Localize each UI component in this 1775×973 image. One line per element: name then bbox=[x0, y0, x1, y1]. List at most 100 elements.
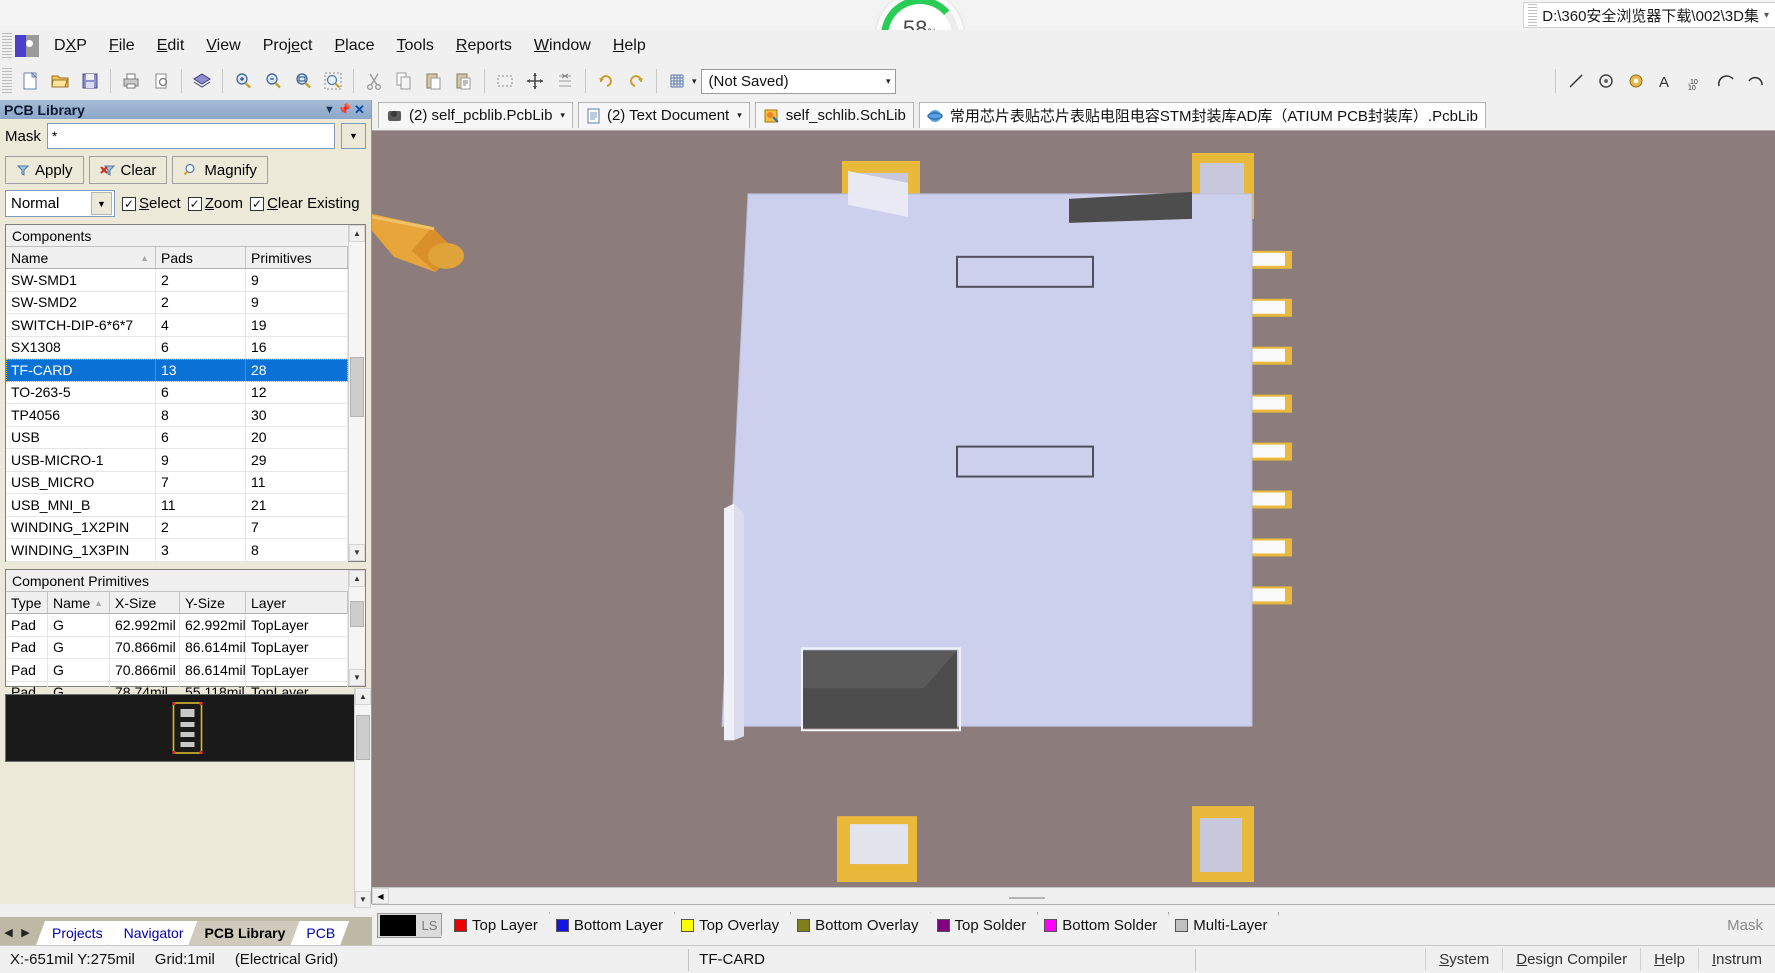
table-row[interactable]: WINDING_1X2PIN 2 7 bbox=[6, 516, 348, 539]
table-row[interactable]: USB-MICRO-1 9 29 bbox=[6, 449, 348, 472]
scroll-thumb[interactable] bbox=[350, 601, 364, 627]
magnify-button[interactable]: Magnify bbox=[172, 156, 268, 184]
components-scrollbar[interactable]: ▲ ▼ bbox=[348, 225, 365, 561]
line-icon[interactable] bbox=[1563, 68, 1589, 94]
chevron-down-icon[interactable]: ▾ bbox=[886, 76, 891, 87]
pcb-3d-canvas[interactable]: ◀ bbox=[372, 131, 1775, 904]
scroll-left-icon[interactable]: ◀ bbox=[372, 888, 389, 904]
layer-tab-top-overlay[interactable]: Top Overlay bbox=[668, 912, 791, 938]
scroll-down-icon[interactable]: ▼ bbox=[349, 669, 365, 686]
scroll-up-icon[interactable]: ▲ bbox=[349, 570, 365, 587]
toolbar-drag-handle[interactable] bbox=[2, 68, 12, 94]
board-layers-icon[interactable] bbox=[189, 68, 215, 94]
zoom-checkbox[interactable]: ✓ Zoom bbox=[187, 195, 243, 212]
print-icon[interactable] bbox=[118, 68, 144, 94]
scroll-thumb[interactable] bbox=[350, 357, 364, 417]
select-checkbox[interactable]: ✓ Select bbox=[122, 195, 181, 212]
table-row[interactable]: Pad G 62.992mil 62.992mil TopLayer bbox=[6, 614, 348, 637]
table-row[interactable]: Pad G 70.866mil 86.614mil TopLayer bbox=[6, 636, 348, 659]
component-preview[interactable] bbox=[5, 694, 366, 762]
panel-close-icon[interactable]: ✕ bbox=[352, 102, 367, 117]
menu-tools[interactable]: Tools bbox=[386, 34, 445, 58]
canvas-horizontal-scrollbar[interactable]: ◀ bbox=[372, 887, 1775, 904]
instruments-button[interactable]: Instrum bbox=[1697, 948, 1775, 971]
move-icon[interactable] bbox=[522, 68, 548, 94]
tab-scroll-right-icon[interactable]: ▶ bbox=[17, 919, 34, 945]
doc-tab-self-pcblib[interactable]: (2) self_pcblib.PcbLib ▾ bbox=[378, 102, 573, 128]
table-row[interactable]: SW-SMD2 2 9 bbox=[6, 291, 348, 314]
clear-existing-checkbox[interactable]: ✓ Clear Existing bbox=[250, 195, 360, 212]
table-row[interactable]: SW-SMD1 2 9 bbox=[6, 269, 348, 292]
table-row[interactable]: SWITCH-DIP-6*6*7 4 19 bbox=[6, 314, 348, 337]
column-header-xsize[interactable]: X-Size bbox=[110, 592, 180, 613]
paste-icon[interactable] bbox=[421, 68, 447, 94]
panel-pin-icon[interactable]: 📌 bbox=[337, 102, 352, 117]
system-button[interactable]: System bbox=[1425, 948, 1502, 971]
cut-icon[interactable] bbox=[361, 68, 387, 94]
open-folder-icon[interactable] bbox=[47, 68, 73, 94]
scroll-track[interactable] bbox=[355, 705, 371, 891]
grid-dropdown-caret-icon[interactable]: ▾ bbox=[692, 76, 697, 87]
menu-edit[interactable]: Edit bbox=[146, 34, 196, 58]
chevron-down-icon[interactable]: ▾ bbox=[560, 110, 565, 121]
column-header-name[interactable]: Name ▲ bbox=[6, 247, 156, 268]
menu-help[interactable]: Help bbox=[602, 34, 657, 58]
tab-pcb-library[interactable]: PCB Library bbox=[189, 921, 300, 945]
column-header-primitives[interactable]: Primitives bbox=[246, 247, 348, 268]
column-header-ysize[interactable]: Y-Size bbox=[180, 592, 246, 613]
new-document-icon[interactable] bbox=[17, 68, 43, 94]
string-icon[interactable]: A bbox=[1653, 68, 1679, 94]
column-header-name[interactable]: Name ▲ bbox=[48, 592, 110, 613]
help-button[interactable]: Help bbox=[1640, 948, 1698, 971]
layer-tab-top-layer[interactable]: Top Layer bbox=[441, 912, 550, 938]
table-row[interactable]: Pad G 70.866mil 86.614mil TopLayer bbox=[6, 659, 348, 682]
panel-side-scrollbar[interactable]: ▲ ▼ bbox=[354, 688, 371, 908]
design-compiler-button[interactable]: Design Compiler bbox=[1502, 948, 1640, 971]
print-preview-icon[interactable] bbox=[148, 68, 174, 94]
column-header-type[interactable]: Type bbox=[6, 592, 48, 613]
arc2-icon[interactable] bbox=[1743, 68, 1769, 94]
mask-input[interactable]: * bbox=[46, 123, 335, 149]
apply-button[interactable]: Apply bbox=[5, 156, 84, 184]
layer-tab-multi-layer[interactable]: Multi-Layer bbox=[1162, 912, 1279, 938]
column-header-pads[interactable]: Pads bbox=[156, 247, 246, 268]
zoom-out-icon[interactable] bbox=[260, 68, 286, 94]
table-row[interactable]: USB 6 20 bbox=[6, 426, 348, 449]
menu-project[interactable]: Project bbox=[252, 34, 324, 58]
menu-place[interactable]: Place bbox=[324, 34, 386, 58]
tab-scroll-left-icon[interactable]: ◀ bbox=[0, 919, 17, 945]
table-row[interactable]: TF-CARD 13 28 bbox=[6, 359, 348, 382]
doc-tab-chip-library[interactable]: 常用芯片表贴芯片表贴电阻电容STM封装库AD库（ATIUM PCB封装库）.Pc… bbox=[918, 102, 1486, 128]
panel-collapse-icon[interactable]: ▼ bbox=[322, 102, 337, 117]
table-row[interactable]: USB_MICRO 7 11 bbox=[6, 471, 348, 494]
menu-dxp[interactable]: DXP bbox=[43, 34, 98, 58]
layer-tab-bottom-overlay[interactable]: Bottom Overlay bbox=[784, 912, 930, 938]
primitives-scrollbar[interactable]: ▲ ▼ bbox=[348, 570, 365, 686]
menu-reports[interactable]: Reports bbox=[445, 34, 523, 58]
scroll-thumb[interactable] bbox=[356, 715, 370, 760]
download-path-box[interactable]: D:\360安全浏览器下载\002\3D集 ▾ bbox=[1523, 2, 1775, 28]
arc-icon[interactable] bbox=[1713, 68, 1739, 94]
chevron-down-icon[interactable]: ▾ bbox=[737, 110, 742, 121]
column-header-layer[interactable]: Layer bbox=[246, 592, 348, 613]
scroll-down-icon[interactable]: ▼ bbox=[349, 544, 365, 561]
scroll-track[interactable] bbox=[349, 242, 365, 544]
layer-tab-top-solder[interactable]: Top Solder bbox=[924, 912, 1039, 938]
doc-tab-text-document[interactable]: (2) Text Document ▾ bbox=[577, 102, 750, 128]
clear-button[interactable]: Clear bbox=[88, 156, 168, 184]
layer-tab-bottom-layer[interactable]: Bottom Layer bbox=[543, 912, 675, 938]
menu-window[interactable]: Window bbox=[523, 34, 602, 58]
save-icon[interactable] bbox=[77, 68, 103, 94]
tab-projects[interactable]: Projects bbox=[36, 921, 117, 945]
tab-pcb[interactable]: PCB bbox=[290, 921, 349, 945]
table-row[interactable]: USB_MNI_B 11 21 bbox=[6, 494, 348, 517]
table-row[interactable]: TO-263-5 6 12 bbox=[6, 381, 348, 404]
paste-special-icon[interactable] bbox=[451, 68, 477, 94]
scroll-down-icon[interactable]: ▼ bbox=[355, 891, 371, 908]
layer-set-selector[interactable]: LS bbox=[377, 912, 442, 938]
chevron-down-icon[interactable]: ▾ bbox=[1764, 10, 1769, 21]
copy-icon[interactable] bbox=[391, 68, 417, 94]
menu-view[interactable]: View bbox=[195, 34, 251, 58]
components-grid[interactable]: Components Name ▲ Pads Primitives SW-SMD… bbox=[5, 224, 366, 562]
scroll-up-icon[interactable]: ▲ bbox=[355, 688, 371, 705]
